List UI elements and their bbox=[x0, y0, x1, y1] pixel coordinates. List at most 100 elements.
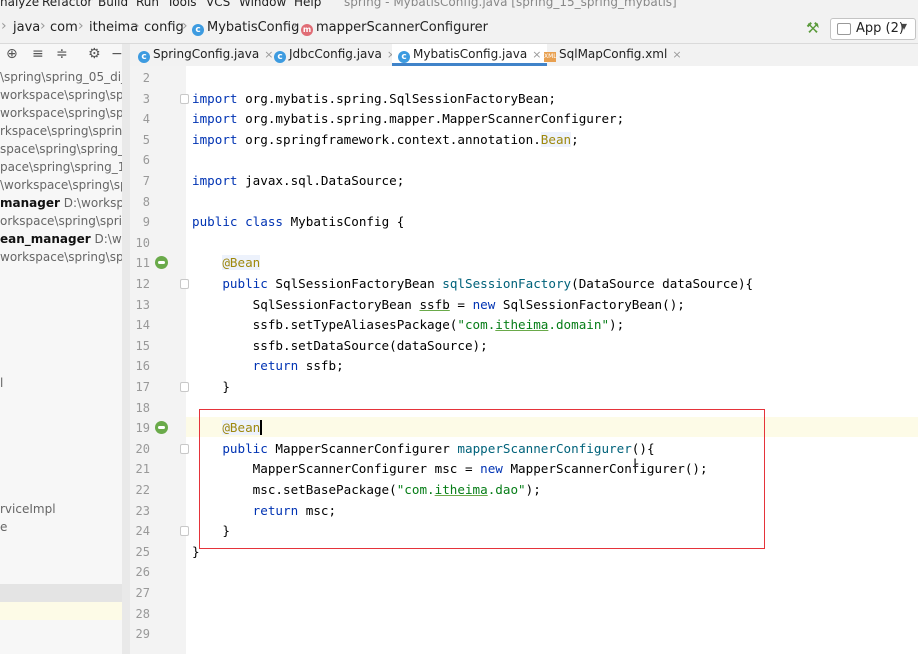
tab-sqlmapconfig[interactable]: XML SqlMapConfig.xml × bbox=[544, 44, 682, 66]
code-line[interactable]: 2 bbox=[130, 68, 918, 88]
code-line[interactable]: 11 @Bean bbox=[130, 253, 918, 273]
code-line[interactable]: 14 ssfb.setTypeAliasesPackage("com.ithei… bbox=[130, 315, 918, 335]
hide-icon[interactable]: − bbox=[111, 46, 122, 62]
tree-row[interactable] bbox=[0, 446, 122, 464]
tree-row[interactable]: l bbox=[0, 374, 122, 392]
tree-row[interactable]: e bbox=[0, 518, 122, 536]
tree-row[interactable] bbox=[0, 338, 122, 356]
module-path: D:\workspace\sp bbox=[63, 196, 122, 210]
tree-row[interactable]: rkspace\spring\spring_08 bbox=[0, 122, 122, 140]
code-text: ssfb.setDataSource(dataSource); bbox=[192, 337, 488, 353]
code-line[interactable]: 27 bbox=[130, 583, 918, 603]
line-number: 28 bbox=[135, 606, 150, 621]
project-toolbar: ⊕ ≡ ≑ ⚙ − bbox=[0, 44, 122, 66]
tree-row[interactable] bbox=[0, 464, 122, 482]
code-line[interactable]: 8 bbox=[130, 192, 918, 212]
build-hammer-icon[interactable]: ⚒ bbox=[806, 19, 819, 37]
code-line[interactable]: 7 import javax.sql.DataSource; bbox=[130, 171, 918, 191]
tree-row[interactable]: \workspace\spring\sprin bbox=[0, 176, 122, 194]
tree-row[interactable]: workspace\spring\spring_ bbox=[0, 86, 122, 104]
tree-row[interactable]: rviceImpl bbox=[0, 500, 122, 518]
menu-build[interactable]: Build bbox=[98, 0, 128, 9]
menu-refactor[interactable]: Refactor bbox=[42, 0, 92, 9]
close-icon[interactable]: × bbox=[672, 48, 681, 61]
tree-row[interactable] bbox=[0, 356, 122, 374]
code-text: public SqlSessionFactoryBean sqlSessionF… bbox=[222, 276, 754, 291]
code-line[interactable]: 12 public SqlSessionFactoryBean sqlSessi… bbox=[130, 274, 918, 294]
locate-icon[interactable]: ⊕ bbox=[6, 46, 18, 62]
breadcrumb-itheima[interactable]: itheima bbox=[89, 20, 138, 35]
tree-row[interactable]: workspace\spring\spring_07 bbox=[0, 104, 122, 122]
tree-row[interactable] bbox=[0, 284, 122, 302]
tree-row[interactable]: pace\spring\spring_10_co bbox=[0, 158, 122, 176]
project-tree: \spring\spring_05_di_set workspace\spring… bbox=[0, 68, 122, 536]
code-line[interactable]: 28 bbox=[130, 604, 918, 624]
tab-label: JdbcConfig.java bbox=[289, 47, 382, 61]
tab-label: SpringConfig.java bbox=[153, 47, 260, 61]
tree-row[interactable] bbox=[0, 266, 122, 284]
module-path: e bbox=[0, 520, 8, 534]
menu-run[interactable]: Run bbox=[136, 0, 159, 9]
code-line[interactable]: 16 return ssfb; bbox=[130, 356, 918, 376]
code-line[interactable]: 15 ssfb.setDataSource(dataSource); bbox=[130, 336, 918, 356]
code-text: } bbox=[192, 379, 230, 394]
tree-row[interactable] bbox=[0, 428, 122, 446]
tree-row[interactable]: manager D:\workspace\sp bbox=[0, 194, 122, 212]
code-line[interactable]: 4 import org.mybatis.spring.mapper.Mapper… bbox=[130, 109, 918, 129]
spring-bean-icon[interactable] bbox=[155, 421, 168, 435]
fold-icon[interactable] bbox=[180, 382, 189, 392]
spring-bean-icon[interactable] bbox=[155, 256, 168, 270]
code-line[interactable]: 29 bbox=[130, 624, 918, 644]
menu-bar: nalyze Refactor Build Run Tools VCS Wind… bbox=[0, 0, 918, 11]
tree-row[interactable]: space\spring\spring_09_c bbox=[0, 140, 122, 158]
tree-row[interactable] bbox=[0, 302, 122, 320]
line-number: 21 bbox=[135, 462, 150, 477]
tree-row[interactable] bbox=[0, 392, 122, 410]
tree-row[interactable]: workspace\spring\spring bbox=[0, 248, 122, 266]
collapse-all-icon[interactable]: ≑ bbox=[56, 46, 68, 62]
tab-jdbcconfig[interactable]: cJdbcConfig.java× bbox=[274, 44, 396, 66]
tree-row[interactable]: ean_manager D:\worksp bbox=[0, 230, 122, 248]
expand-all-icon[interactable]: ≡ bbox=[32, 46, 44, 62]
tree-row[interactable]: \spring\spring_05_di_set bbox=[0, 68, 122, 86]
code-line[interactable]: 6 bbox=[130, 150, 918, 170]
breadcrumb-java[interactable]: java bbox=[13, 20, 40, 35]
breadcrumb-config[interactable]: config bbox=[144, 20, 184, 35]
menu-vcs[interactable]: VCS bbox=[206, 0, 230, 9]
menu-analyze[interactable]: nalyze bbox=[0, 0, 39, 9]
fold-icon[interactable] bbox=[180, 526, 189, 537]
close-icon[interactable]: × bbox=[264, 48, 273, 61]
line-number: 7 bbox=[142, 174, 150, 188]
line-number: 14 bbox=[135, 318, 150, 333]
fold-icon[interactable] bbox=[180, 443, 189, 454]
code-text: import javax.sql.DataSource; bbox=[192, 173, 405, 188]
breadcrumb-com[interactable]: com bbox=[50, 20, 78, 35]
class-icon: c bbox=[398, 51, 410, 63]
code-line[interactable]: 26 bbox=[130, 562, 918, 582]
menu-help[interactable]: Help bbox=[294, 0, 321, 9]
code-line[interactable]: 17 } bbox=[130, 377, 918, 397]
fold-icon[interactable] bbox=[180, 93, 189, 104]
tree-row[interactable] bbox=[0, 482, 122, 500]
module-path: \spring\spring_05_di_set bbox=[0, 70, 122, 84]
run-configuration-select[interactable]: App (2) ▾ bbox=[830, 18, 916, 40]
code-line[interactable]: 5 import org.springframework.context.anno… bbox=[130, 130, 918, 150]
tab-mybatisconfig[interactable]: c MybatisConfig.java × bbox=[392, 44, 548, 66]
fold-icon[interactable] bbox=[180, 279, 189, 289]
line-number: 8 bbox=[142, 194, 150, 209]
code-line[interactable]: 9 public class MybatisConfig { bbox=[130, 212, 918, 232]
tree-row[interactable] bbox=[0, 320, 122, 338]
code-line[interactable]: 3 import org.mybatis.spring.SqlSessionFac… bbox=[130, 89, 918, 109]
menu-tools[interactable]: Tools bbox=[167, 0, 197, 9]
code-line[interactable]: 10 bbox=[130, 233, 918, 253]
breadcrumb-class[interactable]: c MybatisConfig bbox=[192, 20, 299, 36]
menu-window[interactable]: Window bbox=[239, 0, 286, 9]
breadcrumb-method[interactable]: m mapperScannerConfigurer bbox=[301, 20, 488, 36]
tree-row[interactable]: orkspace\spring\spring_1 bbox=[0, 212, 122, 230]
tree-row[interactable] bbox=[0, 410, 122, 428]
close-icon[interactable]: × bbox=[532, 48, 541, 61]
gear-icon[interactable]: ⚙ bbox=[88, 46, 101, 62]
tab-springconfig[interactable]: c SpringConfig.java × bbox=[138, 44, 273, 66]
sidebar-scrollbar[interactable] bbox=[122, 44, 130, 654]
code-line[interactable]: 13 SqlSessionFactoryBean ssfb = new SqlS… bbox=[130, 295, 918, 315]
